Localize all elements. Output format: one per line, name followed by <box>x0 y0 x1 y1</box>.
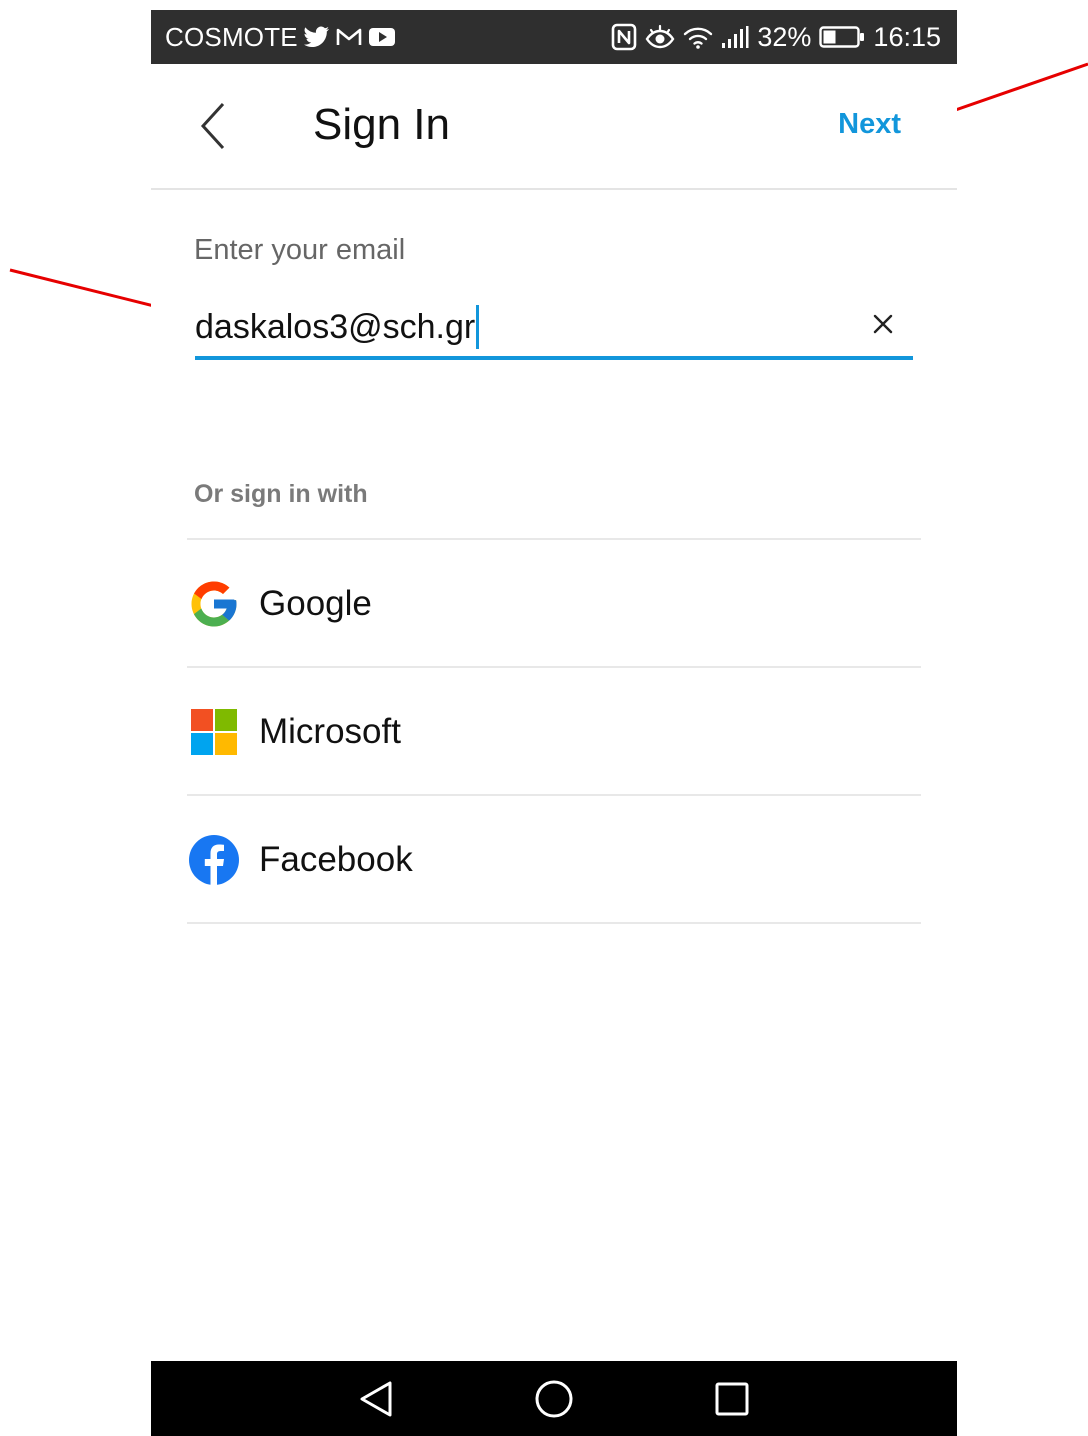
next-button[interactable]: Next <box>838 108 901 141</box>
microsoft-logo-icon <box>191 709 237 755</box>
google-label: Google <box>259 584 372 623</box>
circle-home-icon <box>535 1380 573 1417</box>
status-left: COSMOTE <box>165 22 396 53</box>
google-logo-icon <box>191 581 237 627</box>
page-title: Sign In <box>313 100 450 149</box>
system-nav-bar <box>151 1361 957 1436</box>
nav-home-button[interactable] <box>523 1368 585 1430</box>
nfc-icon <box>611 23 637 51</box>
or-sign-in-label: Or sign in with <box>194 480 368 508</box>
phone-screen: COSMOTE 32% 16:15 Sign In Next Enter you… <box>151 10 957 1436</box>
signal-icon <box>721 25 749 49</box>
carrier-name: COSMOTE <box>165 21 298 52</box>
text-caret <box>476 305 480 349</box>
battery-icon <box>819 25 865 49</box>
square-recents-icon <box>715 1382 749 1415</box>
email-field[interactable]: daskalos3@sch.gr <box>195 300 913 360</box>
provider-list: Google Microsoft Facebook <box>187 538 921 924</box>
email-label: Enter your email <box>194 234 406 266</box>
eye-comfort-icon <box>645 24 675 50</box>
status-right: 32% 16:15 <box>611 22 941 53</box>
back-button[interactable] <box>195 100 235 152</box>
screenshot-canvas: COSMOTE 32% 16:15 Sign In Next Enter you… <box>0 0 1088 1436</box>
nav-back-button[interactable] <box>345 1368 407 1430</box>
clear-icon[interactable] <box>871 312 895 336</box>
triangle-back-icon <box>360 1381 392 1416</box>
facebook-logo-icon <box>189 835 239 885</box>
nav-recents-button[interactable] <box>701 1368 763 1430</box>
email-input-value: daskalos3@sch.gr <box>195 307 476 346</box>
microsoft-label: Microsoft <box>259 712 401 751</box>
gmail-icon <box>336 27 362 47</box>
facebook-sign-in-button[interactable]: Facebook <box>187 794 921 924</box>
facebook-label: Facebook <box>259 840 413 879</box>
status-clock: 16:15 <box>873 21 941 52</box>
google-sign-in-button[interactable]: Google <box>187 538 921 666</box>
youtube-icon <box>368 26 396 48</box>
status-bar: COSMOTE 32% 16:15 <box>151 10 957 64</box>
email-input[interactable]: daskalos3@sch.gr <box>195 300 480 354</box>
app-header: Sign In Next <box>151 64 957 190</box>
battery-percent: 32% <box>757 21 812 52</box>
wifi-icon <box>683 25 713 49</box>
microsoft-sign-in-button[interactable]: Microsoft <box>187 666 921 794</box>
twitter-icon <box>303 26 330 48</box>
chevron-left-icon <box>200 102 225 150</box>
